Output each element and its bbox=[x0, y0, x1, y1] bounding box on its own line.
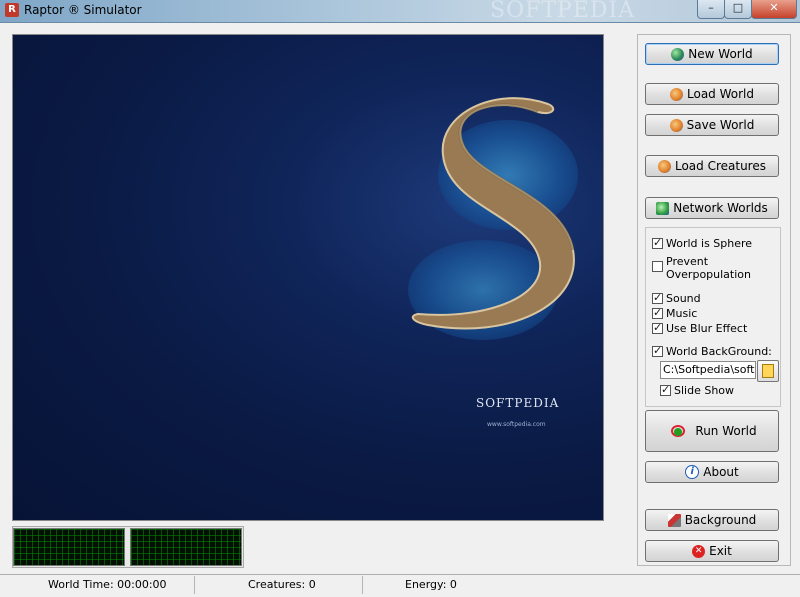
world-watermark-url: www.softpedia.com bbox=[487, 421, 546, 428]
network-worlds-button[interactable]: Network Worlds bbox=[645, 197, 779, 219]
window-title: Raptor ® Simulator bbox=[24, 3, 142, 17]
background-button[interactable]: Background bbox=[645, 509, 779, 531]
prevent-overpopulation-checkbox[interactable]: Prevent Overpopulation bbox=[652, 255, 772, 281]
world-watermark-text: SOFTPEDIA bbox=[476, 396, 560, 410]
prevent-overpopulation-label: Prevent Overpopulation bbox=[666, 255, 751, 281]
checkbox-box[interactable] bbox=[652, 321, 663, 334]
music-label: Music bbox=[666, 307, 698, 320]
run-world-button[interactable]: Run World bbox=[645, 410, 779, 452]
load-creatures-label: Load Creatures bbox=[674, 159, 766, 173]
use-blur-effect-label: Use Blur Effect bbox=[666, 322, 748, 335]
background-path-input[interactable]: C:\Softpedia\softpedia bbox=[660, 361, 756, 379]
minimize-button[interactable]: – bbox=[697, 0, 725, 19]
sound-label: Sound bbox=[666, 292, 701, 305]
new-world-label: New World bbox=[688, 47, 753, 61]
slide-show-label: Slide Show bbox=[674, 384, 735, 397]
save-world-label: Save World bbox=[686, 118, 755, 132]
run-icon bbox=[667, 422, 691, 440]
checkbox-box[interactable] bbox=[652, 261, 663, 272]
network-worlds-label: Network Worlds bbox=[673, 201, 768, 215]
checkbox-box[interactable] bbox=[652, 236, 663, 249]
world-view[interactable]: SOFTPEDIA www.softpedia.com bbox=[12, 34, 604, 521]
status-separator bbox=[194, 576, 195, 594]
status-separator bbox=[362, 576, 363, 594]
population-graph bbox=[13, 528, 125, 566]
exit-icon: ✕ bbox=[692, 544, 706, 558]
close-button[interactable]: ✕ bbox=[751, 0, 797, 19]
globe-icon bbox=[671, 47, 685, 61]
island-image bbox=[408, 97, 578, 340]
energy-status: Energy: 0 bbox=[405, 578, 457, 591]
network-icon bbox=[656, 201, 670, 215]
world-is-sphere-label: World is Sphere bbox=[666, 237, 753, 250]
title-watermark: SOFTPEDIA bbox=[490, 0, 636, 23]
info-icon: i bbox=[685, 465, 700, 479]
creatures-status: Creatures: 0 bbox=[248, 578, 316, 591]
checkbox-box[interactable] bbox=[652, 291, 663, 304]
creatures-icon bbox=[657, 159, 671, 173]
load-creatures-button[interactable]: Load Creatures bbox=[645, 155, 779, 177]
folder-icon bbox=[762, 364, 774, 378]
load-world-label: Load World bbox=[687, 87, 754, 101]
exit-button[interactable]: ✕ Exit bbox=[645, 540, 779, 562]
slide-show-checkbox[interactable]: Slide Show bbox=[660, 383, 735, 397]
folder-globe-icon bbox=[670, 87, 683, 101]
energy-graph bbox=[130, 528, 242, 566]
run-world-label: Run World bbox=[695, 424, 757, 438]
app-logo-icon: R bbox=[5, 3, 19, 17]
checkbox-box[interactable] bbox=[660, 383, 671, 396]
world-time-status: World Time: 00:00:00 bbox=[48, 578, 167, 591]
save-globe-icon bbox=[669, 118, 683, 132]
checkbox-box[interactable] bbox=[652, 306, 663, 319]
maximize-button[interactable]: □ bbox=[724, 0, 752, 19]
exit-label: Exit bbox=[709, 544, 732, 558]
background-label: Background bbox=[684, 513, 757, 527]
world-background-checkbox[interactable]: World BackGround: bbox=[652, 344, 772, 358]
save-world-button[interactable]: Save World bbox=[645, 114, 779, 136]
world-is-sphere-checkbox[interactable]: World is Sphere bbox=[652, 236, 753, 250]
about-button[interactable]: i About bbox=[645, 461, 779, 483]
new-world-button[interactable]: New World bbox=[645, 43, 779, 65]
load-world-button[interactable]: Load World bbox=[645, 83, 779, 105]
background-icon bbox=[667, 513, 681, 527]
about-label: About bbox=[703, 465, 739, 479]
world-background-label: World BackGround: bbox=[666, 345, 772, 358]
music-checkbox[interactable]: Music bbox=[652, 306, 698, 320]
checkbox-box[interactable] bbox=[652, 344, 663, 357]
sound-checkbox[interactable]: Sound bbox=[652, 291, 701, 305]
browse-background-button[interactable] bbox=[757, 360, 779, 382]
use-blur-effect-checkbox[interactable]: Use Blur Effect bbox=[652, 321, 748, 335]
